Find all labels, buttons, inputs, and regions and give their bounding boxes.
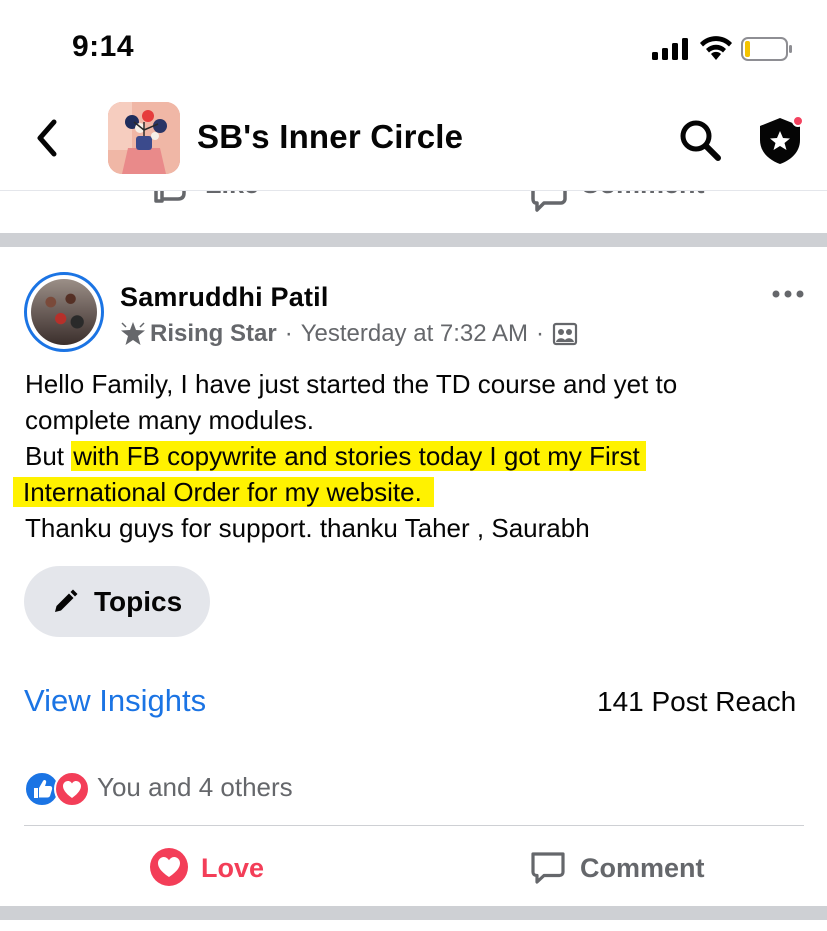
reactions-summary[interactable]: You and 4 others [97, 772, 293, 803]
comment-icon[interactable] [530, 191, 568, 213]
cellular-signal-icon [652, 38, 688, 60]
pencil-icon [55, 589, 78, 612]
topics-button[interactable]: Topics [24, 566, 210, 637]
more-options-icon[interactable] [770, 280, 806, 308]
comment-icon[interactable] [530, 850, 566, 886]
love-button[interactable]: Love [201, 853, 264, 884]
post-timestamp[interactable]: Yesterday at 7:32 AM [301, 320, 528, 348]
previous-comment-label[interactable]: Comment [580, 191, 705, 200]
post-text: Hello Family, I have just started the TD… [13, 366, 815, 546]
post-text-line: Hello Family, I have just started the TD… [25, 369, 678, 399]
search-icon[interactable] [678, 118, 722, 162]
comment-button[interactable]: Comment [580, 853, 705, 884]
post-text-line: But with FB copywrite and stories today … [25, 438, 815, 474]
group-members-privacy-icon [552, 322, 578, 346]
previous-like-label[interactable]: Like [205, 191, 259, 200]
post-meta: Rising Star · Yesterday at 7:32 AM · [120, 318, 578, 350]
previous-post-actions: Like Comment [0, 191, 827, 233]
highlighted-text: International Order for my website. [13, 477, 434, 507]
author-avatar-image [31, 279, 97, 345]
group-cover-art [108, 102, 180, 174]
actions-divider [24, 825, 804, 826]
post-separator-bottom [0, 906, 827, 920]
wifi-icon [700, 36, 732, 60]
author-name[interactable]: Samruddhi Patil [120, 282, 329, 313]
post-reach: 141 Post Reach [597, 686, 797, 717]
post-text-line: complete many modules. [25, 405, 315, 435]
post-text-line: Thanku guys for support. thanku Taher , … [25, 513, 590, 543]
battery-icon [741, 37, 792, 61]
author-badge[interactable]: Rising Star [150, 320, 277, 348]
back-arrow-icon[interactable] [32, 118, 64, 158]
meta-dot: · [284, 320, 293, 347]
highlighted-text: with FB copywrite and stories today I go… [71, 441, 646, 471]
meta-dot: · [535, 320, 544, 347]
love-icon[interactable] [149, 847, 189, 887]
like-icon[interactable] [152, 191, 188, 211]
topics-label: Topics [94, 585, 183, 617]
post-text-prefix: But [25, 441, 72, 471]
author-avatar[interactable] [24, 272, 104, 352]
post-text-line: International Order for my website. [13, 474, 815, 510]
view-insights-link[interactable]: View Insights [24, 683, 206, 719]
rising-star-badge-icon [121, 322, 145, 345]
love-reaction-icon[interactable] [54, 771, 90, 807]
post-separator [0, 233, 827, 247]
admin-shield-icon[interactable] [756, 114, 804, 166]
status-time: 9:14 [72, 30, 135, 63]
group-title[interactable]: SB's Inner Circle [197, 118, 463, 156]
group-avatar[interactable] [108, 102, 180, 174]
